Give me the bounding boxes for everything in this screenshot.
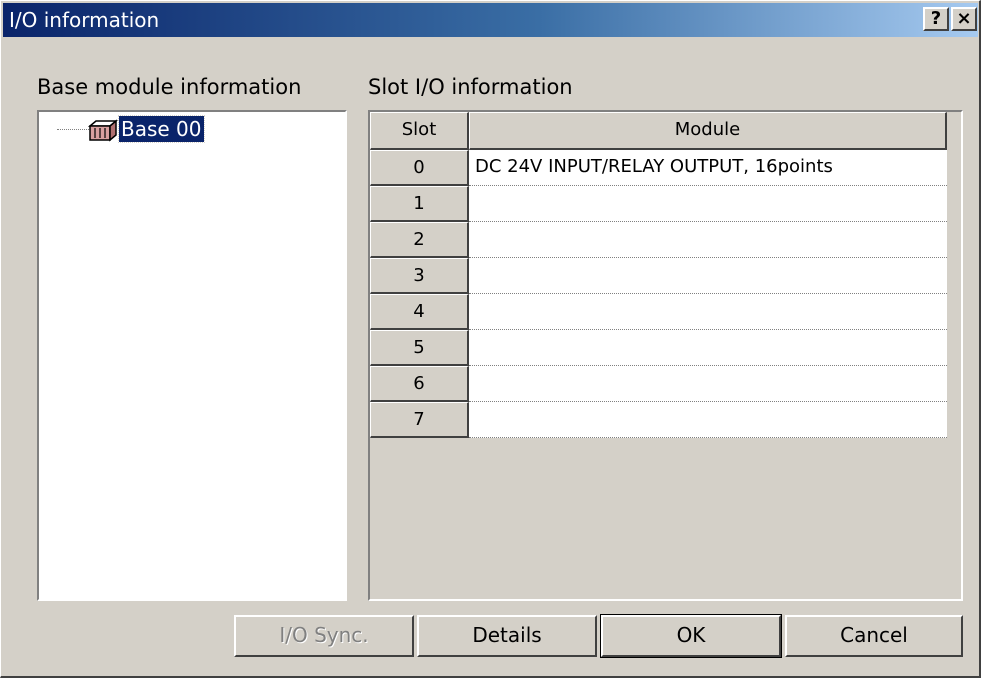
row-header-slot-4[interactable]: 4 <box>370 294 469 330</box>
column-header-module[interactable]: Module <box>469 112 947 150</box>
module-cell-slot-1[interactable] <box>469 186 947 222</box>
row-header-slot-3[interactable]: 3 <box>370 258 469 294</box>
tree-item-base-00[interactable]: Base 00 <box>118 115 205 143</box>
column-header-slot[interactable]: Slot <box>370 112 469 150</box>
row-header-slot-6[interactable]: 6 <box>370 366 469 402</box>
module-cell-slot-3[interactable] <box>469 258 947 294</box>
window-title: I/O information <box>9 8 160 32</box>
slot-io-info-label: Slot I/O information <box>368 75 573 99</box>
row-header-slot-0[interactable]: 0 <box>370 150 469 186</box>
ok-button[interactable]: OK <box>600 614 782 658</box>
row-header-slot-7[interactable]: 7 <box>370 402 469 438</box>
module-cell-slot-4[interactable] <box>469 294 947 330</box>
row-header-slot-1[interactable]: 1 <box>370 186 469 222</box>
title-bar[interactable]: I/O information ? × <box>3 3 978 37</box>
module-cell-slot-2[interactable] <box>469 222 947 258</box>
cancel-button[interactable]: Cancel <box>785 615 963 657</box>
base-module-tree[interactable]: Base 00 <box>37 110 347 601</box>
help-button[interactable]: ? <box>923 7 949 31</box>
base-module-info-label: Base module information <box>37 75 302 99</box>
close-button[interactable]: × <box>951 7 977 31</box>
row-header-slot-2[interactable]: 2 <box>370 222 469 258</box>
io-information-dialog: I/O information ? × Base module informat… <box>0 0 981 678</box>
module-cell-slot-0[interactable]: DC 24V INPUT/RELAY OUTPUT, 16points <box>469 150 947 186</box>
module-cell-slot-6[interactable] <box>469 366 947 402</box>
details-button[interactable]: Details <box>417 615 597 657</box>
row-header-slot-5[interactable]: 5 <box>370 330 469 366</box>
module-cell-slot-5[interactable] <box>469 330 947 366</box>
slot-io-grid[interactable]: Slot Module 0 DC 24V INPUT/RELAY OUTPUT,… <box>368 110 963 601</box>
io-sync-button[interactable]: I/O Sync. <box>234 615 414 657</box>
module-cell-slot-7[interactable] <box>469 402 947 438</box>
base-module-icon <box>87 119 119 142</box>
